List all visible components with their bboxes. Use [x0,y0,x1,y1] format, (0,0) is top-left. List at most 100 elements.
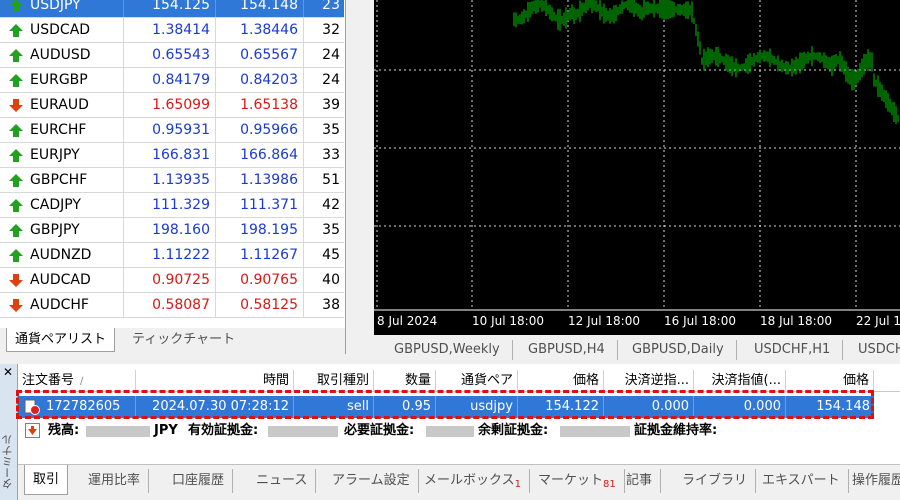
bid-price: 0.95931 [124,118,216,142]
bid-price: 0.84179 [124,68,216,92]
symbol-name: USDCAD [0,18,124,42]
chart-canvas[interactable] [374,0,900,335]
bid-price: 1.65099 [124,93,216,117]
tab-terminal-3[interactable]: ニュース [248,469,317,493]
symbol-row-audusd[interactable]: AUDUSD 0.65543 0.65567 24 [0,43,344,68]
symbol-row-eurchf[interactable]: EURCHF 0.95931 0.95966 35 [0,118,344,143]
column-header-order-id[interactable]: 注文番号 ∕ [18,370,136,392]
tab-chart-gbpusd-h4[interactable]: GBPUSD,H4 [528,340,618,360]
symbol-name: EURJPY [0,143,124,167]
symbol-row-partial[interactable] [0,318,344,328]
symbol-row-usdcad[interactable]: USDCAD 1.38414 1.38446 32 [0,18,344,43]
tab-terminal-8[interactable]: ライブラリ [674,469,757,493]
redacted-value [426,426,474,437]
tab-symbol-list[interactable]: 通貨ペアリスト [6,328,116,352]
column-header-stop-loss[interactable]: 決済逆指... [604,370,694,392]
symbol-row-audnzd[interactable]: AUDNZD 1.11222 1.11267 45 [0,243,344,268]
tab-chart-gbpusd-daily[interactable]: GBPUSD,Daily [632,340,737,360]
x-axis-label: 16 Jul 18:00 [664,314,736,328]
tab-terminal-7[interactable]: 記事 [618,469,662,493]
bid-price: 0.58087 [124,293,216,317]
balance-currency: JPY [154,423,178,438]
tab-label: アラーム設定 [332,473,410,488]
column-header-type[interactable]: 取引種別 [294,370,374,392]
tab-terminal-5[interactable]: メールボックス1 [416,469,530,493]
spread: 23 [322,0,340,13]
x-axis-label: 18 Jul 18:00 [760,314,832,328]
tab-terminal-4[interactable]: アラーム設定 [324,469,419,493]
spread: 45 [322,247,340,263]
chart-tabs: GBPUSD,Weekly GBPUSD,H4 GBPUSD,Daily USD… [374,335,900,364]
arrow-down-icon [9,299,23,312]
tab-tick-chart[interactable]: ティックチャート [124,328,243,352]
tab-label: 記事 [626,473,653,488]
ask-price: 166.864 [216,143,304,167]
market-watch-tabs: 通貨ペアリスト ティックチャート [0,328,346,354]
symbol-row-eurgbp[interactable]: EURGBP 0.84179 0.84203 24 [0,68,344,93]
tab-label: メールボックス [424,473,515,488]
ask-price: 1.38446 [216,18,304,42]
bid-price: 0.65543 [124,43,216,67]
bid-price: 1.13935 [124,168,216,192]
tab-terminal-9[interactable]: エキスパート [754,469,849,493]
column-header-take-profit[interactable]: 決済指値(... [694,370,786,392]
ask-price: 198.195 [216,218,304,242]
order-row[interactable]: 172782605 2024.07.30 07:28:12 sell 0.95 … [18,396,874,418]
x-axis-label: 8 Jul 2024 [377,314,438,328]
symbol-name: AUDNZD [0,243,124,267]
column-header-time[interactable]: 時間 [136,370,294,392]
tab-badge: 1 [514,479,521,490]
symbol-row-gbpchf[interactable]: GBPCHF 1.13935 1.13986 51 [0,168,344,193]
tab-terminal-6[interactable]: マーケット81 [530,469,625,493]
close-icon[interactable]: ✕ [3,366,13,378]
symbol-row-euraud[interactable]: EURAUD 1.65099 1.65138 39 [0,93,344,118]
spread: 51 [322,172,340,188]
symbol-name: AUDCAD [0,268,124,292]
x-axis-label: 22 Jul 1 [856,314,900,328]
column-header-volume[interactable]: 数量 [374,370,436,392]
order-time-cell: 2024.07.30 07:28:12 [136,396,294,418]
tab-terminal-0[interactable]: 取引 [24,465,69,495]
order-id-cell: 172782605 [18,396,136,418]
arrow-up-icon [9,124,23,137]
spread: 24 [322,72,340,88]
tab-terminal-10[interactable]: 操作履歴 [844,469,900,493]
x-axis-label: 12 Jul 18:00 [568,314,640,328]
arrow-down-icon [9,274,23,287]
spread: 39 [322,97,340,113]
symbol-row-audcad[interactable]: AUDCAD 0.90725 0.90765 40 [0,268,344,293]
arrow-up-icon [9,74,23,87]
order-id: 172782605 [46,399,121,414]
ask-price: 1.65138 [216,93,304,117]
redacted-value [268,426,338,437]
symbol-row-audchf[interactable]: AUDCHF 0.58087 0.58125 38 [0,293,344,318]
spread: 24 [322,47,340,63]
order-symbol-cell: usdjpy [436,396,518,418]
symbol-row-gbpjpy[interactable]: GBPJPY 198.160 198.195 35 [0,218,344,243]
order-price-cell: 154.122 [518,396,604,418]
order-volume-cell: 0.95 [374,396,436,418]
spread: 35 [322,122,340,138]
spread: 32 [322,22,340,38]
symbol-row-eurjpy[interactable]: EURJPY 166.831 166.864 33 [0,143,344,168]
ask-price: 0.65567 [216,43,304,67]
order-sl-cell: 0.000 [604,396,694,418]
tab-chart-usdchf[interactable]: USDCH [858,340,900,360]
tab-terminal-2[interactable]: 口座履歴 [164,469,234,493]
tab-chart-usdchf-h1[interactable]: USDCHF,H1 [754,340,844,360]
tab-label: 口座履歴 [172,473,225,488]
tab-chart-gbpusd-weekly[interactable]: GBPUSD,Weekly [394,340,513,360]
arrow-up-icon [9,199,23,212]
symbol-name: EURAUD [0,93,124,117]
symbol-row-cadjpy[interactable]: CADJPY 111.329 111.371 42 [0,193,344,218]
tab-terminal-1[interactable]: 運用比率 [80,469,150,493]
tab-label: 取引 [33,472,60,487]
column-header-current-price[interactable]: 価格 [786,370,874,392]
arrow-up-icon [9,0,23,12]
bid-price: 1.38414 [124,18,216,42]
column-header-price[interactable]: 価格 [518,370,604,392]
redacted-value [86,426,150,437]
price-chart[interactable]: 8 Jul 2024 10 Jul 18:00 12 Jul 18:00 16 … [374,0,900,335]
column-header-symbol[interactable]: 通貨ペア [436,370,518,392]
symbol-row-usdjpy[interactable]: USDJPY 154.125 154.148 23 [0,0,344,18]
